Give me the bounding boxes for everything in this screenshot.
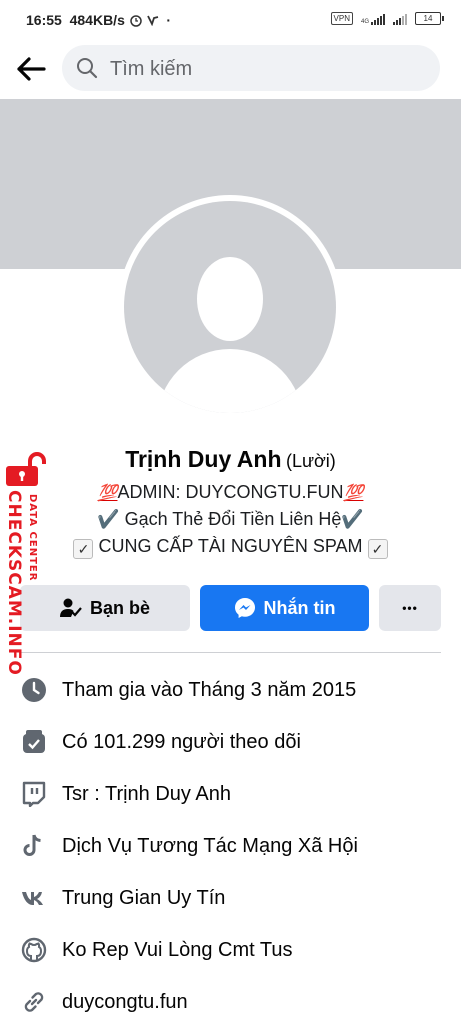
profile-avatar[interactable]: [118, 195, 342, 419]
more-options-icon: •••: [402, 601, 418, 615]
status-right: VPN 4G 14: [330, 12, 444, 25]
info-website[interactable]: duycongtu.fun: [20, 987, 450, 1017]
info-tiktok[interactable]: Dịch Vụ Tương Tác Mạng Xã Hội: [20, 831, 450, 861]
twitch-icon: [20, 780, 48, 808]
signal-icon: [393, 13, 407, 25]
follower-icon: [20, 728, 48, 756]
divider: [20, 652, 441, 653]
profile-name-line: Trịnh Duy Anh (Lười): [0, 446, 461, 473]
checkmark-icon: ✔️: [341, 509, 364, 529]
status-bar: 16:55 484KB/s · VPN 4G 14: [0, 0, 461, 40]
message-button[interactable]: Nhắn tin: [200, 585, 369, 631]
back-arrow-icon: [17, 57, 46, 81]
info-joined: Tham gia vào Tháng 3 năm 2015: [20, 675, 450, 705]
search-icon: [77, 58, 98, 79]
default-avatar-icon: [124, 201, 336, 413]
profile-name: Trịnh Duy Anh: [125, 446, 282, 472]
github-icon: [20, 936, 48, 964]
friends-button-label: Bạn bè: [89, 597, 150, 618]
link-icon: [20, 988, 48, 1016]
alarm-icon: [130, 15, 142, 27]
message-button-label: Nhắn tin: [263, 597, 336, 618]
checkmark-icon: ✔️: [97, 509, 120, 529]
hundred-emoji-icon: 💯: [97, 485, 118, 502]
info-github[interactable]: Ko Rep Vui Lòng Cmt Tus: [20, 935, 450, 965]
watermark-main-text: CHECKSCAM.INFO: [4, 490, 24, 676]
status-speed: 484KB/s: [69, 12, 125, 28]
friend-check-icon: [59, 598, 82, 617]
info-vk[interactable]: Trung Gian Uy Tín: [20, 883, 450, 913]
signal-4g-icon: 4G: [361, 13, 385, 25]
bio-line-3: ✓ CUNG CẤP TÀI NGUYÊN SPAM ✓: [0, 536, 461, 559]
profile-alt-name: (Lười): [285, 451, 336, 471]
battery-icon: 14: [415, 12, 444, 25]
watermark-sub-text: DATA CENTER: [27, 494, 38, 582]
watermark-lock-icon: [6, 452, 46, 486]
messenger-icon: [234, 598, 255, 618]
vk-icon: [20, 884, 48, 912]
back-button[interactable]: [14, 54, 48, 84]
search-bar[interactable]: [62, 45, 440, 93]
top-bar: [0, 44, 461, 94]
info-twitch[interactable]: Tsr : Trịnh Duy Anh: [20, 779, 450, 809]
bio-line-2: ✔️ Gạch Thẻ Đổi Tiền Liên Hệ✔️: [97, 509, 364, 529]
status-time: 16:55: [26, 12, 62, 28]
check-box-icon: ✓: [367, 539, 388, 559]
info-followers[interactable]: Có 101.299 người theo dõi: [20, 727, 450, 757]
hundred-emoji-icon: 💯: [343, 485, 364, 502]
vpn-badge: VPN: [330, 12, 353, 25]
more-options-button[interactable]: •••: [379, 585, 441, 631]
bio-line-1: 💯ADMIN: DUYCONGTU.FUN💯: [97, 482, 364, 502]
search-input[interactable]: [108, 45, 422, 93]
status-left: 16:55 484KB/s ·: [26, 12, 171, 28]
notification-icon: [146, 15, 158, 27]
check-box-icon: ✓: [73, 539, 94, 559]
watermark: CHECKSCAM.INFO DATA CENTER: [0, 452, 52, 682]
status-dot: ·: [162, 12, 172, 28]
tiktok-icon: [20, 832, 48, 860]
